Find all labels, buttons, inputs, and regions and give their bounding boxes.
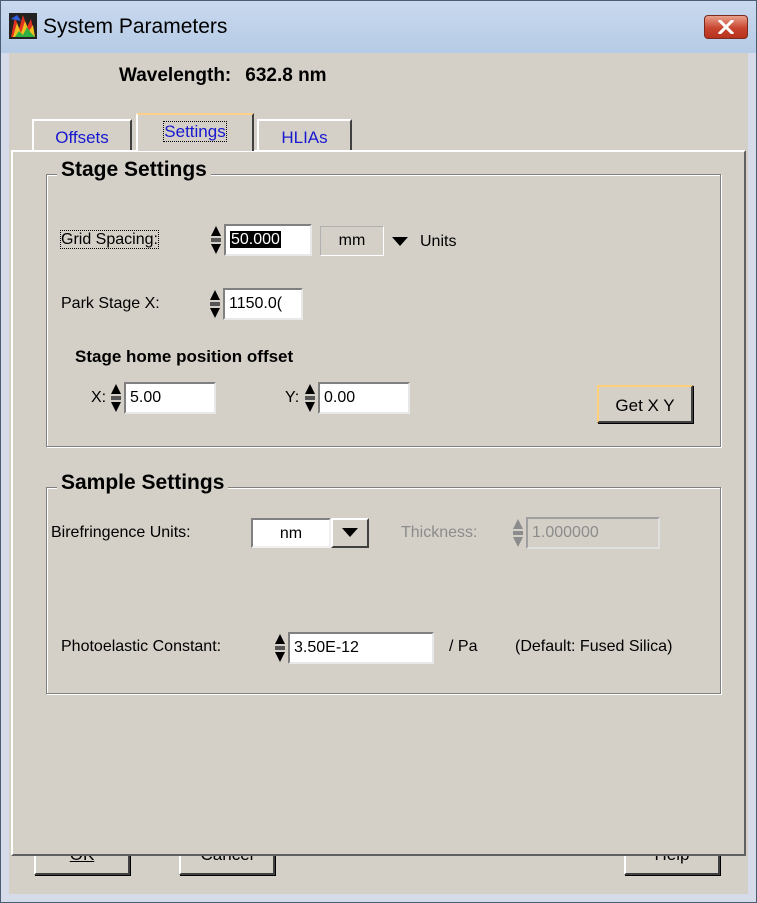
- x-offset-spinner[interactable]: [110, 382, 122, 414]
- tab-settings-label: Settings: [163, 121, 227, 142]
- settings-tab-panel: Stage Settings Grid Spacing: 50.000 mm U…: [11, 150, 746, 856]
- thickness-spinner: [513, 519, 523, 547]
- birefringence-units-label: Birefringence Units:: [51, 524, 191, 541]
- grid-spacing-spinner[interactable]: [210, 224, 222, 256]
- wavelength-readout: Wavelength: 632.8 nm: [119, 65, 327, 87]
- stage-home-offset-label: Stage home position offset: [75, 347, 294, 366]
- dialog-client: Wavelength: 632.8 nm Offsets Settings HLI…: [9, 53, 748, 894]
- grid-spacing-input[interactable]: 50.000: [224, 224, 312, 256]
- tab-offsets[interactable]: Offsets: [32, 119, 132, 151]
- thickness-input: 1.000000: [526, 517, 660, 549]
- park-stage-spinner[interactable]: [209, 288, 221, 320]
- title-bar[interactable]: System Parameters: [1, 1, 756, 53]
- sample-settings-title: Sample Settings: [57, 471, 229, 495]
- tab-hlias[interactable]: HLIAs: [257, 119, 352, 151]
- units-dropdown-arrow-icon[interactable]: [392, 237, 408, 246]
- park-stage-input[interactable]: 1150.0(: [223, 288, 303, 320]
- photoelastic-default-note: (Default: Fused Silica): [515, 638, 673, 655]
- chevron-down-icon: [342, 528, 358, 537]
- photoelastic-constant-label: Photoelastic Constant:: [61, 638, 222, 655]
- stage-settings-title: Stage Settings: [57, 158, 211, 182]
- thickness-label: Thickness:: [401, 524, 478, 541]
- grid-spacing-label: Grid Spacing:: [60, 230, 159, 249]
- wavelength-label: Wavelength:: [119, 65, 232, 86]
- x-offset-input[interactable]: 5.00: [124, 382, 216, 414]
- close-x-icon: [718, 20, 734, 34]
- photoelastic-unit-label: / Pa: [449, 638, 478, 655]
- park-stage-label: Park Stage X:: [61, 295, 160, 312]
- get-xy-button[interactable]: Get X Y: [597, 385, 693, 423]
- sample-settings-group: Sample Settings Birefringence Units: nm …: [46, 471, 721, 694]
- units-label: Units: [420, 233, 457, 250]
- y-offset-label: Y:: [285, 389, 300, 406]
- birefringence-units-select[interactable]: nm: [251, 518, 331, 548]
- window-title: System Parameters: [43, 15, 228, 38]
- photoelastic-spinner[interactable]: [274, 632, 286, 664]
- tab-settings[interactable]: Settings: [136, 113, 254, 151]
- x-offset-label: X:: [91, 389, 107, 406]
- stage-settings-group: Stage Settings Grid Spacing: 50.000 mm U…: [46, 158, 721, 447]
- close-button[interactable]: [704, 15, 748, 39]
- wavelength-value: 632.8 nm: [245, 65, 327, 86]
- units-select[interactable]: mm: [320, 226, 384, 256]
- photoelastic-constant-input[interactable]: 3.50E-12: [288, 632, 434, 664]
- birefringence-dropdown-button[interactable]: [331, 518, 369, 548]
- system-parameters-window: System Parameters Wavelength: 632.8 nm Of…: [0, 0, 757, 903]
- y-offset-input[interactable]: 0.00: [318, 382, 410, 414]
- app-icon: [9, 13, 37, 39]
- y-offset-spinner[interactable]: [304, 382, 316, 414]
